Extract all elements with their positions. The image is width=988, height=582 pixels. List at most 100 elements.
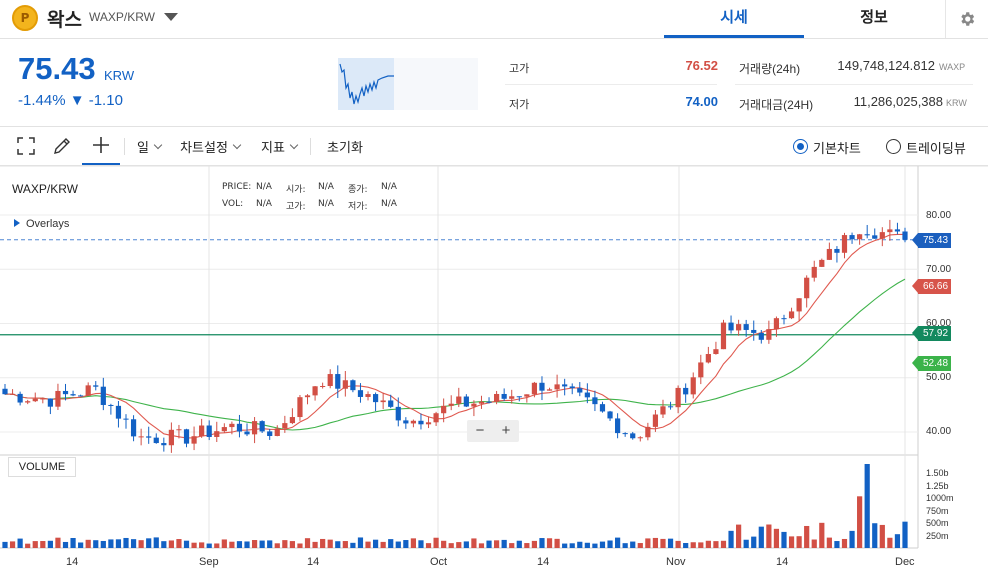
volume-bar (849, 530, 855, 548)
volume-bar (509, 543, 515, 548)
candle-body (493, 393, 500, 402)
volume-bar (599, 541, 606, 548)
volume-bar (199, 542, 205, 548)
candle-body (652, 414, 659, 427)
candle-body (123, 418, 129, 420)
legend-low-value: N/A (381, 199, 397, 209)
volume-bar (161, 541, 167, 548)
candle-body (788, 311, 795, 319)
candle-body (388, 400, 394, 407)
legend-high-value: N/A (318, 199, 334, 209)
settings-gear-icon[interactable] (945, 0, 988, 38)
candle-body (70, 394, 76, 396)
coin-name: 왁스 (47, 9, 82, 31)
legend-close-value: N/A (381, 182, 397, 192)
candle-body (62, 390, 69, 395)
candle-body (660, 406, 666, 415)
toolbar-divider (124, 138, 125, 155)
volume-bar (441, 540, 447, 548)
candle-body (486, 401, 492, 403)
volume-bar (660, 538, 666, 548)
reset-button[interactable]: 초기화 (322, 127, 368, 165)
volume-bar (826, 537, 832, 548)
basic-chart-radio[interactable] (793, 139, 808, 154)
indicators-dropdown[interactable]: 지표 (256, 127, 302, 165)
volume-bar (463, 541, 469, 548)
coin-selector-caret-icon[interactable] (164, 13, 178, 21)
fullscreen-icon[interactable] (10, 127, 42, 165)
candle-body (312, 386, 318, 396)
candle-body (372, 394, 379, 403)
candle-body (864, 234, 870, 236)
interval-label: 일 (137, 140, 149, 156)
candle-body (539, 382, 545, 391)
volume-bar (32, 541, 38, 548)
crosshair-icon[interactable] (82, 127, 120, 165)
pencil-draw-icon[interactable] (46, 127, 78, 165)
tradingview-radio[interactable] (886, 139, 901, 154)
chart-settings-dropdown[interactable]: 차트설정 (174, 127, 246, 165)
time-axis-tick: 14 (776, 556, 789, 568)
volume-bar (2, 541, 8, 548)
candle-body (108, 404, 114, 406)
legend-open-label: 시가: (286, 185, 306, 195)
tab-info[interactable]: 정보 (804, 0, 944, 38)
volume-bar (615, 537, 621, 548)
tradingview-label[interactable]: 트레이딩뷰 (906, 138, 966, 157)
candle-body (826, 248, 832, 260)
price-chart[interactable]: WAXP/KRW PRICE: N/A 시가: N/A 종가: N/A VOL:… (0, 166, 988, 582)
candle-body (841, 235, 848, 253)
candle-body (569, 386, 575, 389)
volume-bar (410, 538, 417, 548)
interval-dropdown[interactable]: 일 (130, 127, 168, 165)
volume-bar (743, 539, 749, 548)
basic-chart-label[interactable]: 기본차트 (813, 138, 861, 157)
last-price-marker: 75.43 (912, 233, 951, 248)
legend-close-label: 종가: (348, 185, 368, 195)
candle-body (622, 433, 628, 435)
volume-bar (705, 540, 711, 548)
volume-bar (274, 543, 280, 548)
chevron-down-icon (289, 140, 299, 149)
volume-bar (183, 540, 190, 548)
volume-bar (350, 542, 356, 548)
volume-bar (607, 540, 613, 548)
zoom-out-button[interactable]: − (467, 420, 493, 442)
volume-bar (267, 540, 273, 548)
candle-body (251, 421, 258, 435)
volume-bar (834, 541, 840, 548)
volume-axis-tick: 500m (926, 518, 949, 528)
overlays-toggle[interactable]: Overlays (14, 218, 69, 230)
time-axis-tick: Nov (666, 556, 686, 568)
candle-body (93, 385, 99, 387)
volume-bar (115, 539, 122, 548)
candle-body (894, 229, 901, 232)
volume-bar (47, 540, 53, 548)
amount-value: 11,286,025,388 (853, 94, 943, 109)
candle-body (441, 405, 447, 414)
volume-bar (55, 537, 61, 548)
candle-body (456, 396, 462, 404)
volume-bar (758, 526, 764, 548)
amount-unit: KRW (946, 98, 967, 108)
volume-bar (123, 537, 129, 548)
chart-canvas[interactable] (0, 166, 988, 582)
zoom-in-button[interactable]: + (493, 420, 519, 442)
high-value: 76.52 (685, 58, 718, 73)
volume-bar (403, 540, 409, 548)
candle-body (766, 329, 772, 340)
candle-body (47, 398, 53, 407)
volume-bar (667, 538, 674, 548)
volume-bar (562, 543, 568, 548)
volume-bar (146, 538, 152, 548)
volume-axis-tick: 1.50b (926, 468, 949, 478)
time-axis-tick: Oct (430, 556, 448, 568)
candle-body (357, 390, 364, 397)
volume-bar (130, 539, 137, 548)
candle-body (267, 431, 273, 437)
volume-bar (312, 541, 318, 548)
candle-body (176, 429, 182, 431)
time-axis-tick: 14 (307, 556, 320, 568)
toolbar-divider (310, 138, 311, 155)
tab-price[interactable]: 시세 (664, 0, 804, 38)
